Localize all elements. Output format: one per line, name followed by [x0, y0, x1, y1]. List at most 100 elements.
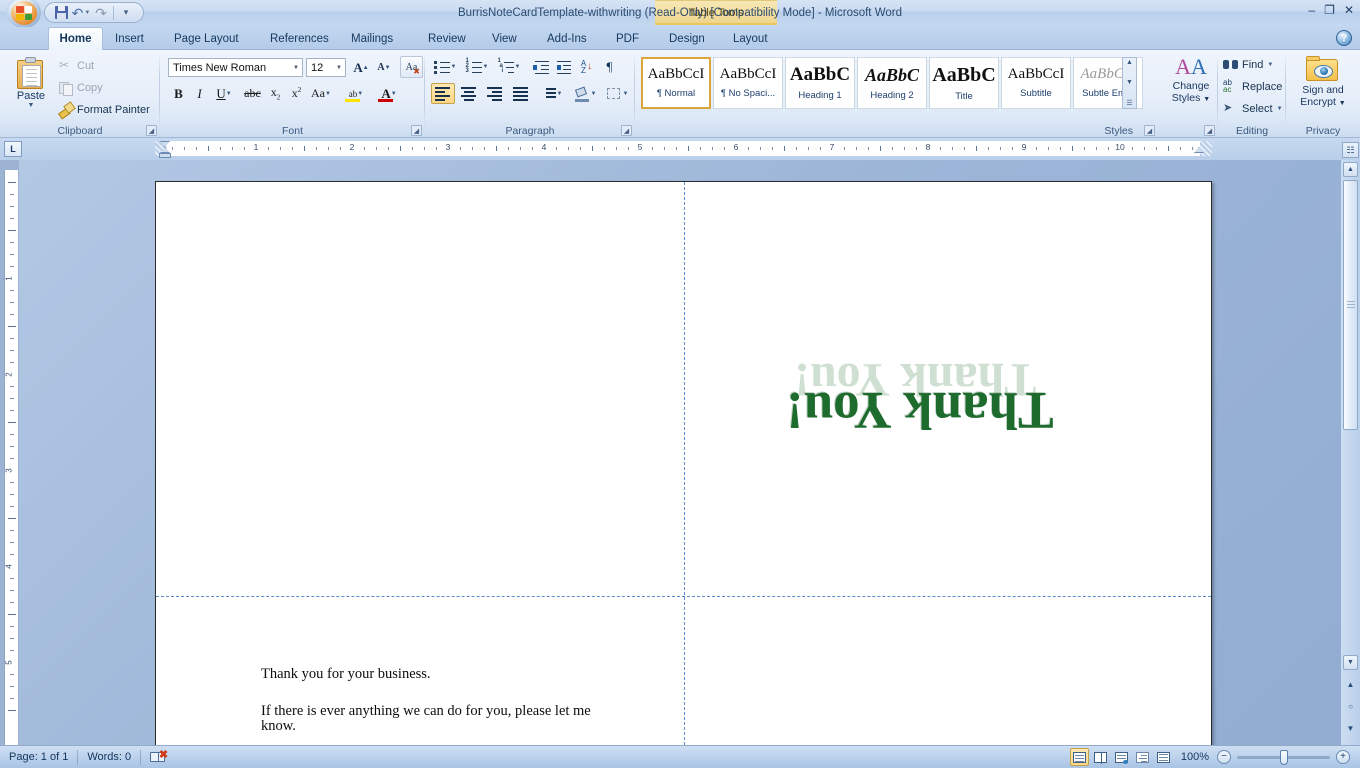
scroll-up-icon[interactable]: ▲ [1126, 59, 1133, 66]
tab-references[interactable]: References [261, 27, 338, 50]
zoom-handle[interactable] [1280, 749, 1288, 765]
tab-home[interactable]: Home [48, 27, 103, 50]
chevron-down-icon[interactable]: ▼ [336, 65, 342, 71]
tab-mailings[interactable]: Mailings [342, 27, 402, 50]
vertical-ruler[interactable]: 1 2 3 4 5 [4, 170, 18, 745]
zoom-level[interactable]: 100% [1173, 751, 1217, 763]
web-layout-view-button[interactable] [1112, 748, 1131, 766]
chevron-down-icon[interactable]: ▼ [293, 65, 299, 71]
underline-button[interactable]: U ▼ [210, 83, 238, 104]
font-size-input[interactable]: 12 ▼ [306, 58, 346, 77]
tab-review[interactable]: Review [419, 27, 475, 50]
draft-view-button[interactable] [1154, 748, 1173, 766]
shading-button[interactable]: ▼ [571, 83, 599, 104]
style-heading-1[interactable]: AaBbC Heading 1 [785, 57, 855, 109]
font-dialog-launcher[interactable]: ◢ [411, 125, 422, 136]
line-spacing-button[interactable]: ▼ [537, 83, 565, 104]
tab-stop-selector[interactable]: L [4, 141, 22, 157]
proofing-status-button[interactable]: ✖ [141, 746, 177, 768]
restore-button[interactable]: ❐ [1324, 4, 1335, 16]
subscript-button[interactable]: x2 [265, 83, 286, 104]
save-button[interactable] [51, 4, 71, 21]
card-body-text[interactable]: Thank you for your business. If there is… [261, 666, 681, 735]
page-indicator[interactable]: Page: 1 of 1 [0, 746, 77, 768]
outline-view-button[interactable] [1133, 748, 1152, 766]
tab-pdf[interactable]: PDF [607, 27, 648, 50]
chevron-down-icon[interactable]: ▼ [1267, 62, 1273, 68]
bold-button[interactable]: B [168, 83, 189, 104]
tab-insert[interactable]: Insert [106, 27, 153, 50]
change-styles-button[interactable]: AA Change Styles ▼ [1166, 56, 1216, 122]
tab-view[interactable]: View [483, 27, 526, 50]
scroll-down-button[interactable]: ▼ [1343, 655, 1358, 670]
zoom-slider[interactable]: − + [1217, 749, 1360, 765]
paste-button[interactable]: Paste ▼ [10, 55, 52, 117]
shrink-font-button[interactable]: A ▼ [373, 57, 395, 78]
zoom-out-button[interactable]: − [1217, 750, 1231, 764]
numbering-button[interactable]: 123 ▼ [463, 56, 491, 77]
clear-formatting-button[interactable]: Aa ✖ [400, 56, 423, 78]
align-left-button[interactable] [431, 83, 455, 104]
superscript-button[interactable]: x2 [286, 83, 307, 104]
replace-button[interactable]: ab ac Replace [1223, 79, 1282, 94]
select-button[interactable]: ➤ Select ▼ [1223, 101, 1283, 116]
split-window-handle[interactable]: ☷ [1342, 142, 1359, 158]
zoom-track[interactable] [1237, 749, 1330, 765]
clipboard-dialog-launcher[interactable]: ◢ [146, 125, 157, 136]
undo-button[interactable]: ↶ ▼ [71, 4, 91, 21]
style-no-spacing[interactable]: AaBbCcI ¶ No Spaci... [713, 57, 783, 109]
paragraph-dialog-launcher[interactable]: ◢ [621, 125, 632, 136]
styles-dialog-launcher[interactable]: ◢ [1144, 125, 1155, 136]
show-formatting-marks-button[interactable]: ¶ [599, 56, 620, 77]
word-count[interactable]: Words: 0 [78, 746, 140, 768]
copy-button[interactable]: Copy [58, 80, 103, 96]
cut-button[interactable]: Cut [58, 58, 94, 73]
select-browse-object-button[interactable]: ○ [1344, 700, 1357, 713]
change-styles-dialog-launcher[interactable]: ◢ [1204, 125, 1215, 136]
center-button[interactable] [457, 83, 481, 104]
chevron-down-icon[interactable]: ▼ [1277, 106, 1283, 112]
justify-button[interactable] [509, 83, 533, 104]
tab-design[interactable]: Design [660, 27, 714, 50]
more-styles-icon[interactable]: ☰ [1126, 99, 1132, 107]
style-subtitle[interactable]: AaBbCcI Subtitle [1001, 57, 1071, 109]
document-canvas[interactable]: Thank You! Thank You! Thank you for your… [19, 160, 1341, 745]
font-name-input[interactable]: Times New Roman ▼ [168, 58, 303, 77]
text-highlight-button[interactable]: ab ▼ [342, 83, 370, 104]
tab-page-layout[interactable]: Page Layout [165, 27, 248, 50]
strikethrough-button[interactable]: abc [241, 83, 264, 104]
horizontal-ruler[interactable]: 1 2 3 4 5 6 7 8 9 10 [155, 141, 1212, 156]
tab-add-ins[interactable]: Add-Ins [538, 27, 596, 50]
zoom-in-button[interactable]: + [1336, 750, 1350, 764]
scrollbar-thumb[interactable] [1343, 180, 1358, 430]
minimize-button[interactable]: – [1308, 4, 1315, 16]
multilevel-list-button[interactable]: 1ai ▼ [495, 56, 523, 77]
change-case-button[interactable]: Aa ▼ [307, 83, 335, 104]
close-button[interactable]: ✕ [1344, 4, 1354, 16]
help-button[interactable]: ? [1336, 30, 1352, 46]
format-painter-button[interactable]: Format Painter [58, 102, 150, 117]
borders-button[interactable]: ▼ [603, 83, 631, 104]
font-color-button[interactable]: A ▼ [375, 83, 403, 104]
style-normal[interactable]: AaBbCcI ¶ Normal [641, 57, 711, 109]
redo-button[interactable]: ↷ [91, 4, 111, 21]
grow-font-button[interactable]: A ▲ [350, 57, 372, 78]
vertical-scrollbar[interactable]: ▲ ▼ ▲ ○ ▼ [1341, 160, 1360, 745]
decrease-indent-button[interactable] [531, 56, 552, 77]
styles-gallery-scroll[interactable]: ▲ ▼ ☰ [1122, 57, 1137, 109]
sign-and-encrypt-button[interactable]: Sign and Encrypt ▼ [1294, 55, 1352, 123]
previous-page-button[interactable]: ▲ [1344, 678, 1357, 691]
italic-button[interactable]: I [189, 83, 210, 104]
find-button[interactable]: Find ▼ [1223, 57, 1273, 72]
scroll-down-icon[interactable]: ▼ [1126, 79, 1133, 86]
style-heading-2[interactable]: AaBbC Heading 2 [857, 57, 927, 109]
scroll-up-button[interactable]: ▲ [1343, 162, 1358, 177]
style-title[interactable]: AaBbC Title [929, 57, 999, 109]
customize-qat-button[interactable]: ▾ [116, 4, 136, 21]
full-screen-reading-view-button[interactable] [1091, 748, 1110, 766]
tab-layout[interactable]: Layout [724, 27, 777, 50]
left-indent-marker[interactable] [159, 153, 171, 158]
bullets-button[interactable]: ▼ [431, 56, 459, 77]
print-layout-view-button[interactable] [1069, 748, 1089, 766]
card-greeting-block[interactable]: Thank You! Thank You! [786, 352, 1086, 472]
